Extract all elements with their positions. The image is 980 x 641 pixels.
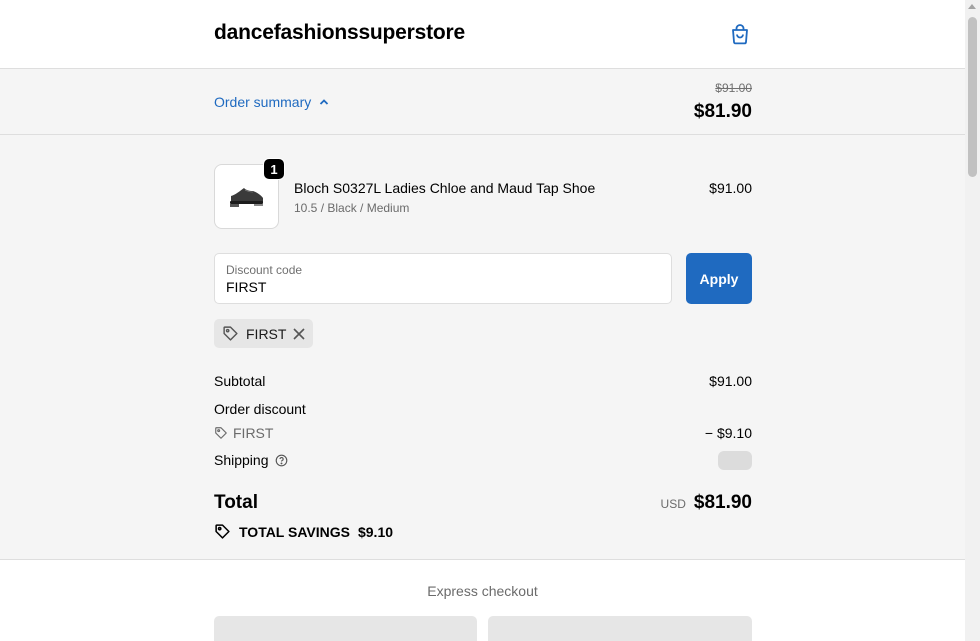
subtotal-label: Subtotal bbox=[214, 373, 266, 389]
discount-amount: − $9.10 bbox=[704, 425, 752, 441]
currency-code: USD bbox=[660, 497, 686, 511]
total-savings-label: TOTAL SAVINGS bbox=[239, 523, 350, 540]
page-scrollbar[interactable] bbox=[965, 0, 980, 641]
chevron-up-icon bbox=[320, 99, 329, 105]
discount-code-row: FIRST − $9.10 bbox=[214, 425, 752, 441]
original-total: $91.00 bbox=[715, 81, 752, 95]
discounted-total: $81.90 bbox=[693, 101, 752, 122]
tag-icon bbox=[223, 326, 238, 341]
scroll-up-arrow-icon[interactable] bbox=[968, 4, 976, 9]
express-checkout-button-1[interactable] bbox=[214, 616, 477, 641]
shipping-row: Shipping bbox=[214, 451, 752, 470]
order-summary-bar: Order summary $91.00 $81.90 bbox=[0, 69, 965, 135]
shipping-value-placeholder bbox=[718, 451, 752, 470]
subtotal-value: $91.00 bbox=[709, 373, 752, 389]
apply-button[interactable]: Apply bbox=[686, 253, 752, 304]
product-name: Bloch S0327L Ladies Chloe and Maud Tap S… bbox=[294, 180, 596, 196]
applied-code-label: FIRST bbox=[246, 325, 287, 342]
product-price: $91.00 bbox=[709, 180, 752, 196]
order-summary-toggle[interactable]: Order summary bbox=[214, 94, 330, 110]
tag-icon bbox=[215, 427, 227, 439]
discount-code-name: FIRST bbox=[233, 425, 274, 441]
quantity-badge: 1 bbox=[263, 158, 285, 180]
order-summary-label: Order summary bbox=[214, 94, 312, 110]
store-name[interactable]: dancefashionssuperstore bbox=[214, 21, 465, 45]
header: dancefashionssuperstore bbox=[0, 0, 965, 69]
checkout-page: dancefashionssuperstore Order summary $9… bbox=[0, 0, 965, 641]
discount-code-label: Discount code bbox=[226, 263, 303, 277]
order-discount-row: Order discount bbox=[214, 401, 752, 417]
applied-discount-chip: FIRST bbox=[214, 319, 314, 348]
total-label: Total bbox=[214, 492, 258, 513]
product-line-item: 1 Bloch S0327L Ladies Chloe and Maud Tap… bbox=[214, 158, 752, 230]
total-amount: $81.90 bbox=[693, 492, 752, 513]
tag-icon bbox=[215, 524, 230, 539]
express-checkout-button-2[interactable] bbox=[488, 616, 752, 641]
total-value-group: USD $81.90 bbox=[661, 492, 752, 514]
shopping-bag-icon[interactable] bbox=[728, 22, 752, 46]
product-variant: 10.5 / Black / Medium bbox=[294, 201, 410, 215]
shipping-label: Shipping bbox=[214, 452, 269, 468]
order-summary-content: 1 Bloch S0327L Ladies Chloe and Maud Tap… bbox=[0, 135, 965, 560]
scrollbar-thumb[interactable] bbox=[968, 17, 977, 177]
subtotal-row: Subtotal $91.00 bbox=[214, 373, 752, 389]
close-icon bbox=[293, 327, 306, 340]
discount-code-input[interactable]: FIRST bbox=[226, 279, 266, 295]
express-checkout-title: Express checkout bbox=[427, 583, 538, 599]
total-row: Total USD $81.90 bbox=[214, 492, 752, 518]
total-savings-value: $9.10 bbox=[357, 523, 394, 540]
total-savings-row: TOTAL SAVINGS $9.10 bbox=[214, 523, 752, 540]
discount-code-field[interactable]: Discount code FIRST bbox=[214, 253, 672, 304]
order-discount-label: Order discount bbox=[214, 401, 306, 417]
help-icon[interactable] bbox=[275, 454, 288, 467]
remove-discount-button[interactable] bbox=[293, 327, 306, 340]
